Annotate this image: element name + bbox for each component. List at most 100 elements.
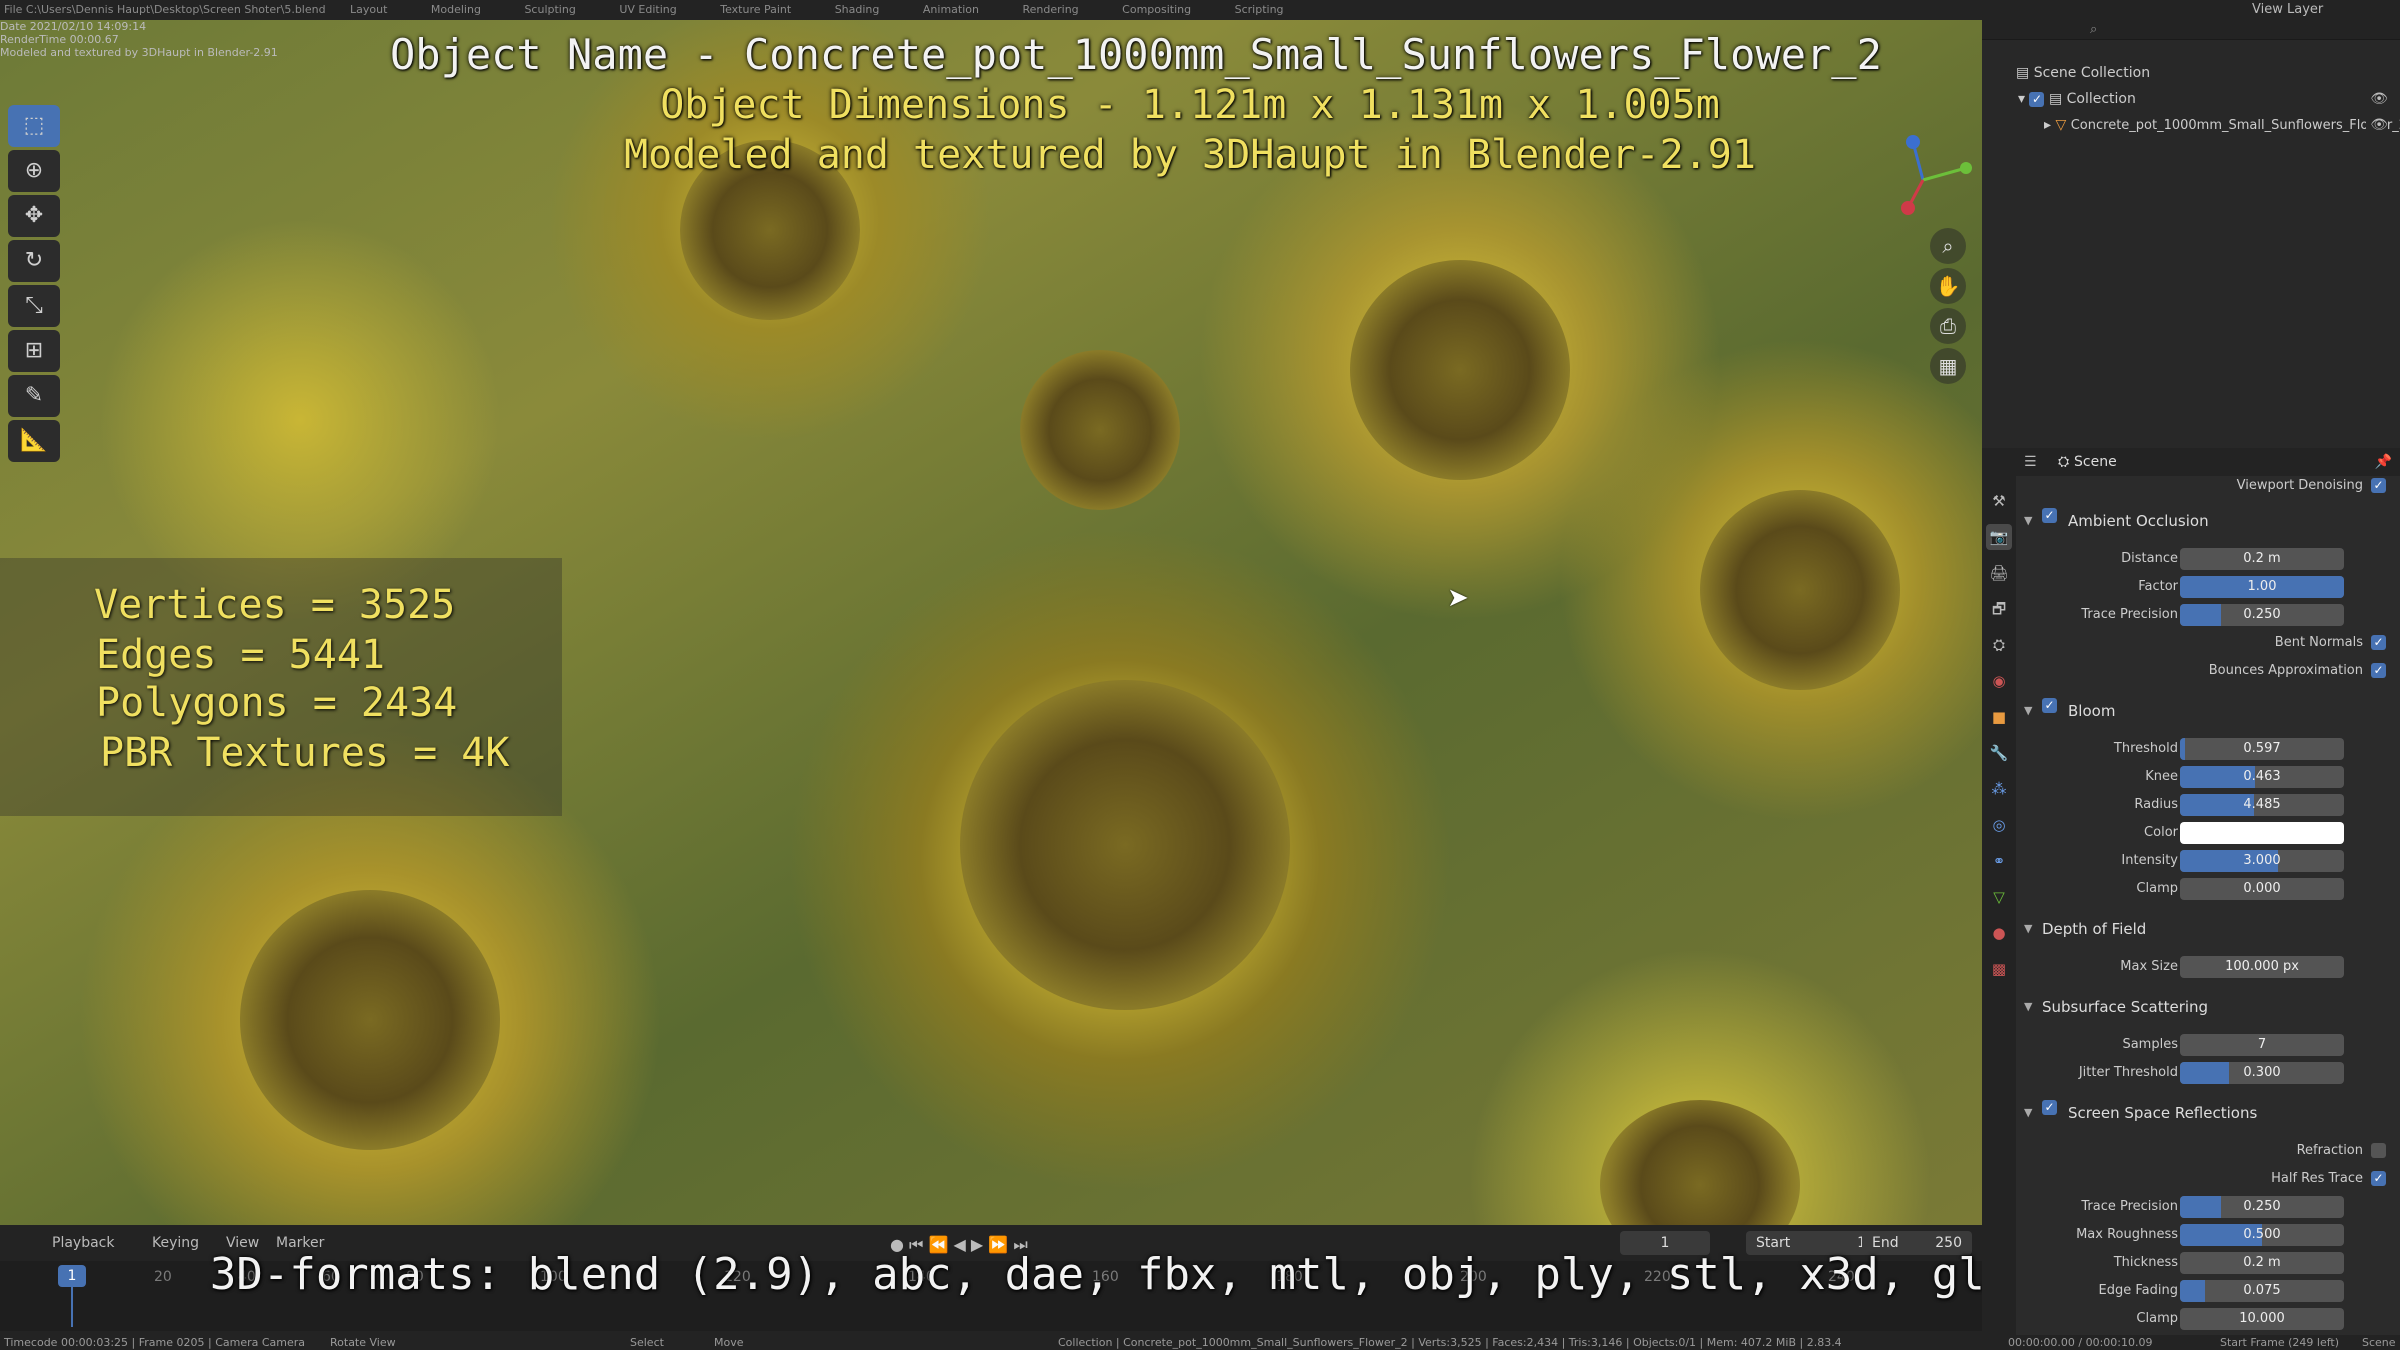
data-tab-icon[interactable]: ▽ (1986, 884, 2012, 910)
axis-x-dot[interactable] (1901, 201, 1915, 215)
tab-uv-editing[interactable]: UV Editing (619, 3, 676, 16)
view-layer-label[interactable]: View Layer (2252, 2, 2323, 17)
file-info: File C:\Users\Dennis Haupt\Desktop\Scree… (4, 3, 326, 16)
3d-viewport[interactable]: Date 2021/02/10 14:09:14 RenderTime 00:0… (0, 20, 1982, 1225)
scale-icon[interactable]: ⤡ (8, 285, 60, 327)
bloom-color-swatch[interactable] (2180, 822, 2344, 844)
ssr-trace-slider[interactable]: 0.250 (2180, 1196, 2344, 1218)
viewport-denoising-toggle[interactable]: Viewport Denoising ✓ (2237, 478, 2386, 493)
ssr-edge-slider[interactable]: 0.075 (2180, 1280, 2344, 1302)
tab-sculpting[interactable]: Sculpting (524, 3, 575, 16)
dof-section-header[interactable]: ▼ Depth of Field (2016, 916, 2400, 942)
bloom-section-header[interactable]: ▼ ✓ Bloom (2016, 698, 2400, 724)
mesh-stats-box: Vertices = 3525 Edges = 5441 Polygons = … (0, 558, 562, 816)
ssr-enable-checkbox[interactable]: ✓ (2042, 1100, 2057, 1115)
ao-enable-checkbox[interactable]: ✓ (2042, 508, 2057, 523)
axis-y-dot[interactable] (1960, 162, 1972, 174)
axis-gizmo[interactable] (1868, 130, 1978, 230)
physics-tab-icon[interactable]: ◎ (1986, 812, 2012, 838)
transform-icon[interactable]: ⊞ (8, 330, 60, 372)
move-icon[interactable]: ✥ (8, 195, 60, 237)
checkbox[interactable] (2371, 1143, 2386, 1158)
bloom-clamp-field[interactable]: 0.000 (2180, 878, 2344, 900)
checkbox[interactable]: ✓ (2371, 478, 2386, 493)
modifier-tab-icon[interactable]: 🔧 (1986, 740, 2012, 766)
measure-icon[interactable]: 📐 (8, 420, 60, 462)
zoom-icon[interactable]: ⌕ (1930, 228, 1966, 264)
bloom-threshold-slider[interactable]: 0.597 (2180, 738, 2344, 760)
search-icon[interactable]: ⌕ (2090, 22, 2097, 37)
outliner-header: View Layer ⌕ (1982, 0, 2400, 40)
output-tab-icon[interactable]: 🖨 (1986, 560, 2012, 586)
checkbox-label: Refraction (2296, 1143, 2363, 1158)
slider-fill (2180, 1062, 2230, 1084)
camera-view-icon[interactable]: ⎙ (1930, 308, 1966, 344)
rotate-icon[interactable]: ↻ (8, 240, 60, 282)
select-box-icon[interactable]: ⬚ (8, 105, 60, 147)
tab-rendering[interactable]: Rendering (1022, 3, 1078, 16)
bloom-intensity-slider[interactable]: 3.000 (2180, 850, 2344, 872)
axis-z-dot[interactable] (1906, 135, 1920, 149)
bloom-radius-slider[interactable]: 4.485 (2180, 794, 2344, 816)
checkbox[interactable]: ✓ (2371, 635, 2386, 650)
object-tab-icon[interactable]: ■ (1986, 704, 2012, 730)
ao-trace-slider[interactable]: 0.250 (2180, 604, 2344, 626)
eye-icon[interactable]: 👁 (2370, 86, 2388, 112)
editor-type-icon[interactable]: ☰ (2024, 448, 2037, 476)
textures-stat: PBR Textures = 4K (100, 730, 510, 776)
halfres-toggle[interactable]: Half Res Trace ✓ (2271, 1171, 2386, 1186)
dof-maxsize-field[interactable]: 100.000 px (2180, 956, 2344, 978)
tab-animation[interactable]: Animation (923, 3, 979, 16)
tab-layout[interactable]: Layout (350, 3, 387, 16)
tab-modeling[interactable]: Modeling (431, 3, 481, 16)
chevron-down-icon[interactable]: ▾ (2018, 91, 2025, 107)
ssr-roughness-slider[interactable]: 0.500 (2180, 1224, 2344, 1246)
tab-texture-paint[interactable]: Texture Paint (720, 3, 791, 16)
texture-tab-icon[interactable]: ▩ (1986, 956, 2012, 982)
field-value: 0.597 (2243, 741, 2281, 756)
scene-tab-icon[interactable]: ⛭ (1986, 632, 2012, 658)
bloom-knee-slider[interactable]: 0.463 (2180, 766, 2344, 788)
pan-icon[interactable]: ✋ (1930, 268, 1966, 304)
tab-compositing[interactable]: Compositing (1122, 3, 1191, 16)
tab-shading[interactable]: Shading (835, 3, 880, 16)
cursor-icon[interactable]: ⊕ (8, 150, 60, 192)
bent-normals-toggle[interactable]: Bent Normals ✓ (2275, 635, 2386, 650)
collection-checkbox[interactable]: ✓ (2029, 91, 2045, 107)
sunflower-head (960, 680, 1290, 1010)
sss-section-header[interactable]: ▼ Subsurface Scattering (2016, 994, 2400, 1020)
tool-tab-icon[interactable]: ⚒ (1986, 488, 2012, 514)
sss-jitter-slider[interactable]: 0.300 (2180, 1062, 2344, 1084)
checkbox[interactable]: ✓ (2371, 1171, 2386, 1186)
grid-view-icon[interactable]: ▦ (1930, 348, 1966, 384)
ao-factor-slider[interactable]: 1.00 (2180, 576, 2344, 598)
ssr-thickness-field[interactable]: 0.2 m (2180, 1252, 2344, 1274)
ao-distance-field[interactable]: 0.2 m (2180, 548, 2344, 570)
eye-icon[interactable]: 👁 (2366, 112, 2388, 138)
annotate-icon[interactable]: ✎ (8, 375, 60, 417)
world-tab-icon[interactable]: ◉ (1986, 668, 2012, 694)
chevron-right-icon[interactable]: ▸ (2044, 117, 2051, 133)
sunflower-head (240, 890, 500, 1150)
particles-tab-icon[interactable]: ⁂ (1986, 776, 2012, 802)
sss-samples-field[interactable]: 7 (2180, 1034, 2344, 1056)
material-tab-icon[interactable]: ● (1986, 920, 2012, 946)
pin-icon[interactable]: 📌 (2375, 448, 2392, 476)
view-layer-tab-icon[interactable]: 🗗 (1986, 596, 2012, 622)
ssr-section-header[interactable]: ▼ ✓ Screen Space Reflections (2016, 1100, 2400, 1126)
checkbox[interactable]: ✓ (2371, 663, 2386, 678)
outliner-collection[interactable]: ▾ ✓ ▤ Collection 👁 (1982, 86, 2400, 112)
chevron-down-icon: ▼ (2024, 1106, 2033, 1119)
slider-fill (2180, 1280, 2205, 1302)
ao-section-header[interactable]: ▼ ✓ Ambient Occlusion (2016, 508, 2400, 534)
render-tab-icon[interactable]: 📷 (1986, 524, 2012, 550)
bloom-enable-checkbox[interactable]: ✓ (2042, 698, 2057, 713)
outliner-object[interactable]: ▸ ▽ Concrete_pot_1000mm_Small_Sunflowers… (1982, 112, 2400, 138)
outliner-scene-collection[interactable]: ▤ Scene Collection (1982, 60, 2400, 86)
bounces-toggle[interactable]: Bounces Approximation ✓ (2209, 663, 2386, 678)
tab-scripting[interactable]: Scripting (1235, 3, 1284, 16)
refraction-toggle[interactable]: Refraction (2297, 1143, 2386, 1158)
ssr-clamp-field[interactable]: 10.000 (2180, 1308, 2344, 1330)
field-value: 10.000 (2239, 1311, 2285, 1326)
constraints-tab-icon[interactable]: ⚭ (1986, 848, 2012, 874)
